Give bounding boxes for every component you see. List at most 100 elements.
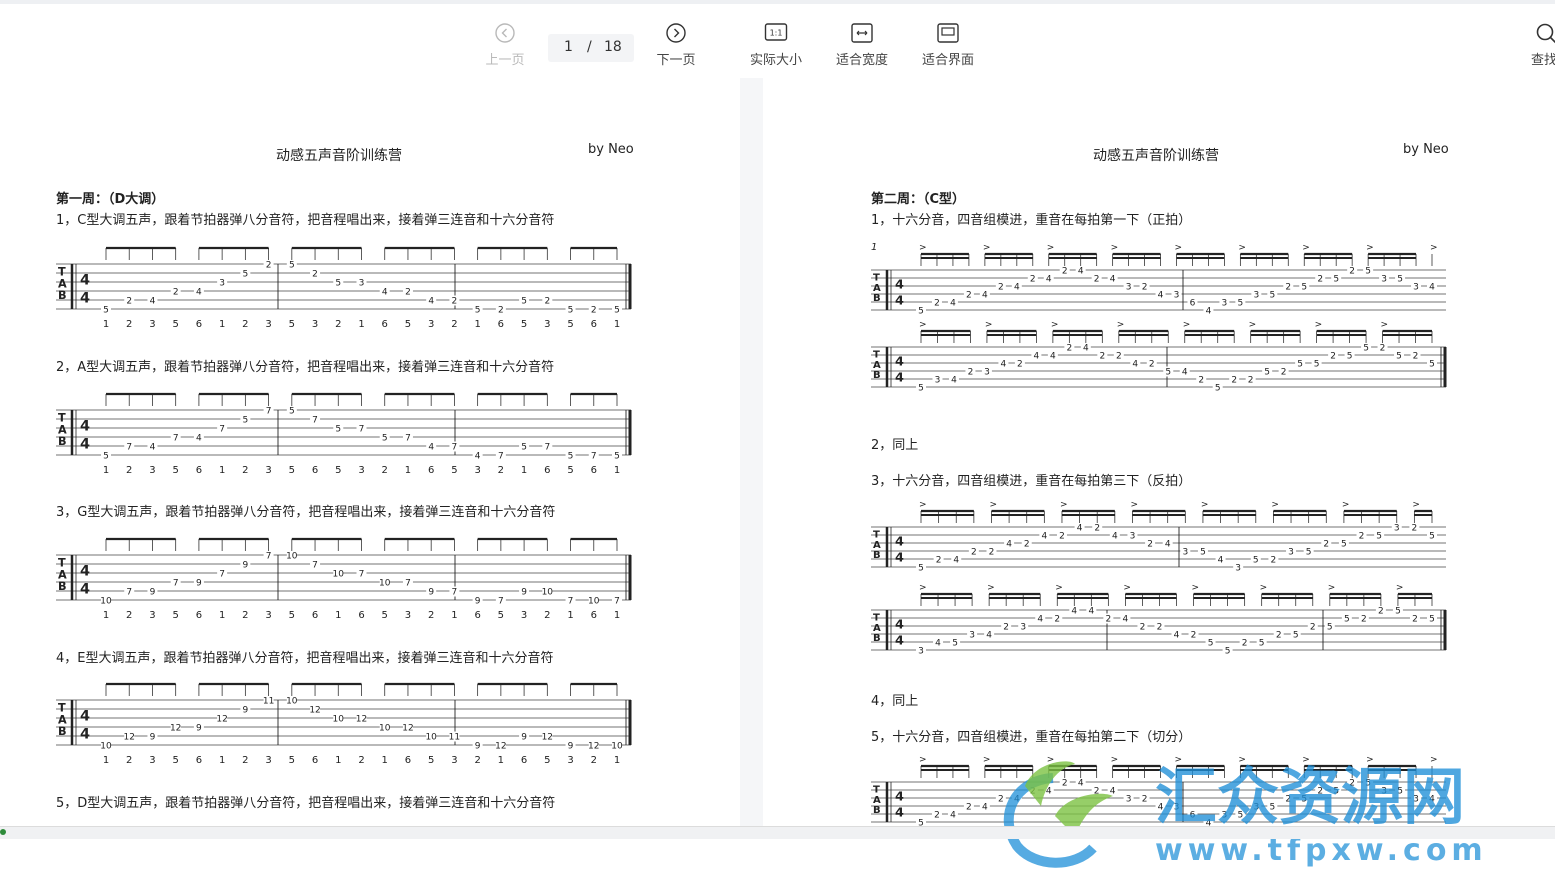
- tab-fret-number: 4: [1034, 352, 1040, 362]
- tab-fret-number: 5: [918, 307, 924, 317]
- accent-mark: >: [1060, 500, 1068, 510]
- total-pages: 18: [604, 39, 622, 55]
- tab-fret-number: 9: [150, 733, 156, 743]
- fit-page-button[interactable]: 适合界面: [913, 18, 983, 76]
- exercise-text: 2，同上: [871, 438, 919, 453]
- tab-fret-number: 5: [475, 306, 481, 316]
- scale-degree: 1: [335, 755, 341, 766]
- scale-degree: 5: [428, 755, 434, 766]
- tab-staff: TAB44107 97 9797 10710 710 79 79 79 107 10 71 2 3 5 6 1…: [56, 537, 632, 621]
- tab-fret-number: 10: [286, 697, 298, 707]
- page-title: 动感五声音阶训练营: [1093, 148, 1219, 164]
- tab-fret-number: 2: [1066, 344, 1072, 354]
- scale-degree: 6: [196, 755, 202, 766]
- tab-fret-number: 5: [335, 279, 341, 289]
- time-signature: 4: [895, 550, 904, 565]
- current-page-input[interactable]: 1: [564, 39, 573, 55]
- tab-fret-number: 10: [425, 733, 437, 743]
- tab-fret-number: 4: [150, 443, 156, 453]
- svg-text:1:1: 1:1: [770, 29, 783, 38]
- next-page-button[interactable]: 下一页: [641, 18, 711, 76]
- tab-fret-number: 4: [1088, 607, 1094, 617]
- tab-fret-number: 5: [103, 452, 109, 462]
- scale-degree: 5: [544, 755, 550, 766]
- search-button[interactable]: 查找: [1519, 18, 1555, 76]
- tab-fret-number: 5: [1429, 532, 1435, 542]
- tab-fret-number: 2: [1149, 360, 1155, 370]
- scale-degree: 6: [196, 610, 202, 621]
- time-signature: 4: [80, 273, 90, 289]
- time-signature: 4: [895, 617, 904, 632]
- tab-fret-number: 2: [1198, 376, 1204, 386]
- tab-fret-number: 2: [1017, 360, 1023, 370]
- tab-staff: TAB4452 42 4352 525 34 24 25 25 25 2 51 2 3 5 6 1 2 3 5 3 2 1…: [56, 246, 632, 330]
- scale-degree: 2: [242, 465, 248, 476]
- tab-fret-number: 7: [452, 588, 458, 598]
- scale-degree: 5: [289, 755, 295, 766]
- tab-fret-number: 4: [986, 631, 992, 641]
- accent-mark: >: [1183, 320, 1191, 330]
- scale-degree: 5: [172, 610, 178, 621]
- tab-fret-number: 7: [544, 443, 550, 453]
- accent-mark: >: [1249, 320, 1257, 330]
- tab-fret-number: 5: [1269, 291, 1275, 301]
- scale-degree: 2: [335, 319, 341, 330]
- prev-page-button[interactable]: 上一页: [470, 18, 540, 76]
- tab-clef-letter: B: [873, 370, 881, 381]
- tab-fret-number: 9: [242, 706, 248, 716]
- tab-fret-number: 2: [1310, 623, 1316, 633]
- exercise-text: 2，A型大调五声，跟着节拍器弹八分音符，把音程唱出来，接着弹三连音和十六分音符: [56, 360, 555, 375]
- tab-fret-number: 9: [475, 597, 481, 607]
- time-signature: 4: [80, 564, 90, 580]
- tab-fret-number: 3: [1222, 299, 1228, 309]
- tab-fret-number: 5: [1314, 360, 1320, 370]
- scale-degree: 3: [358, 465, 364, 476]
- scale-degree: 6: [591, 319, 597, 330]
- page-title: 动感五声音阶训练营: [276, 148, 402, 164]
- scale-degree: 6: [405, 755, 411, 766]
- accent-mark: >: [1412, 500, 1420, 510]
- tab-clef-letter: B: [873, 805, 881, 816]
- tab-fret-number: 3: [935, 376, 941, 386]
- exercise-text: 5，十六分音，四音组模进，重音在每拍第二下（切分）: [871, 730, 1192, 745]
- page-author: by Neo: [1403, 142, 1449, 157]
- tab-fret-number: 9: [242, 561, 248, 571]
- scale-degree: 1: [219, 755, 225, 766]
- accent-mark: >: [1381, 320, 1389, 330]
- tab-fret-number: 7: [498, 597, 504, 607]
- tab-fret-number: 2: [1361, 615, 1367, 625]
- scale-degree: 3: [149, 755, 155, 766]
- tab-fret-number: 2: [1276, 631, 1282, 641]
- tab-clef-letter: B: [58, 435, 67, 448]
- tab-fret-number: 4: [1429, 283, 1435, 293]
- scale-degree: 2: [126, 755, 132, 766]
- scale-degree: 2: [544, 610, 550, 621]
- tab-staff: TAB4434 53 42 34 24 42 42 24 2552 52 52 55 22 52 5> > > >…: [871, 583, 1447, 657]
- tab-fret-number: 2: [966, 291, 972, 301]
- tab-fret-number: 3: [219, 279, 225, 289]
- tab-fret-number: 2: [544, 297, 550, 307]
- tab-fret-number: 4: [1132, 360, 1138, 370]
- scale-degree: 1: [498, 755, 504, 766]
- page-number-box[interactable]: 1 / 18: [548, 34, 634, 62]
- tab-fret-number: 3: [1020, 623, 1026, 633]
- scale-degree: 1: [614, 755, 620, 766]
- time-signature: 4: [80, 419, 90, 435]
- scale-degree: 5: [289, 319, 295, 330]
- tab-fret-number: 2: [1094, 275, 1100, 285]
- tab-clef-letter: T: [873, 784, 880, 795]
- tab-fret-number: 3: [1235, 564, 1241, 574]
- tab-clef-letter: B: [58, 289, 67, 302]
- actual-size-button[interactable]: 1:1 实际大小: [741, 18, 811, 76]
- accent-mark: >: [1055, 583, 1063, 593]
- exercise-text: 4，E型大调五声，跟着节拍器弹八分音符，把音程唱出来，接着弹三连音和十六分音符: [56, 651, 554, 666]
- fit-width-button[interactable]: 适合宽度: [827, 18, 897, 76]
- document-viewport[interactable]: 动感五声音阶训练营 by Neo 第一周：（D大调） 1，C型大调五声，跟着节拍…: [0, 78, 1555, 868]
- tab-fret-number: 10: [100, 742, 112, 752]
- tab-clef-letter: A: [873, 795, 881, 806]
- tab-fret-number: 5: [1264, 368, 1270, 378]
- tab-fret-number: 5: [614, 306, 620, 316]
- tab-fret-number: 7: [126, 443, 132, 453]
- time-signature: 4: [80, 727, 90, 743]
- tab-fret-number: 9: [196, 579, 202, 589]
